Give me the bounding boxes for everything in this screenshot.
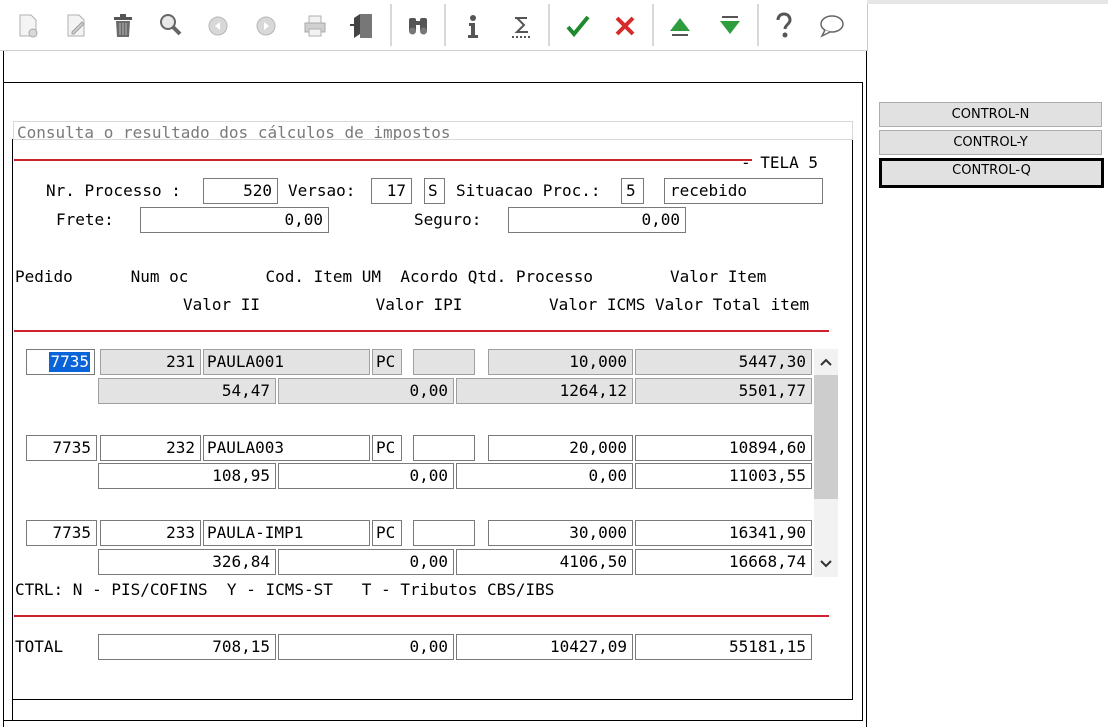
valor-icms-field: 4106,50 bbox=[456, 549, 633, 575]
control-q-button[interactable]: CONTROL-Q bbox=[879, 158, 1104, 188]
acordo-field bbox=[413, 520, 475, 546]
control-n-button[interactable]: CONTROL-N bbox=[879, 102, 1102, 127]
total-valor-total: 55181,15 bbox=[635, 634, 812, 660]
divider bbox=[852, 140, 853, 700]
acordo-field bbox=[413, 435, 475, 461]
qtd-field: 30,000 bbox=[488, 520, 633, 546]
valor-icms-field: 1264,12 bbox=[456, 378, 633, 404]
frete-label: Frete: bbox=[56, 210, 114, 229]
pedido-field-selected[interactable]: 7735 bbox=[26, 349, 95, 375]
ctrl-hint: CTRL: N - PIS/COFINS Y - ICMS-ST T - Tri… bbox=[15, 580, 555, 599]
edit-icon[interactable] bbox=[58, 8, 94, 44]
delete-icon[interactable] bbox=[105, 8, 141, 44]
column-header-row2: Valor II Valor IPI Valor ICMS Valor Tota… bbox=[183, 295, 810, 314]
help-icon[interactable] bbox=[766, 8, 802, 44]
valor-item-field: 5447,30 bbox=[635, 349, 812, 375]
valor-total-field: 5501,77 bbox=[635, 378, 812, 404]
versao-flag-field[interactable]: S bbox=[424, 178, 445, 204]
new-icon[interactable] bbox=[10, 8, 46, 44]
control-y-button[interactable]: CONTROL-Y bbox=[879, 130, 1102, 155]
qtd-field: 10,000 bbox=[488, 349, 633, 375]
search-icon[interactable] bbox=[153, 8, 189, 44]
situacao-desc-field: recebido bbox=[664, 178, 823, 204]
valor-ii-field: 54,47 bbox=[98, 378, 276, 404]
valor-item-field: 10894,60 bbox=[635, 435, 812, 461]
num-oc-field: 233 bbox=[100, 520, 201, 546]
header-divider bbox=[14, 330, 829, 332]
title-line bbox=[14, 159, 752, 161]
scroll-up-icon[interactable] bbox=[816, 352, 836, 372]
um-field: PC bbox=[372, 349, 402, 375]
valor-icms-field: 0,00 bbox=[456, 463, 633, 489]
versao-field[interactable]: 17 bbox=[371, 178, 412, 204]
totals-divider bbox=[14, 615, 829, 617]
down-icon[interactable] bbox=[712, 8, 748, 44]
situacao-code-field[interactable]: 5 bbox=[621, 178, 644, 204]
valor-ipi-field: 0,00 bbox=[278, 378, 454, 404]
confirm-icon[interactable] bbox=[560, 8, 596, 44]
valor-ii-field: 326,84 bbox=[98, 549, 276, 575]
pedido-field[interactable]: 7735 bbox=[26, 435, 97, 461]
valor-ipi-field: 0,00 bbox=[278, 549, 454, 575]
valor-ipi-field: 0,00 bbox=[278, 463, 454, 489]
valor-total-field: 16668,74 bbox=[635, 549, 812, 575]
next-icon[interactable] bbox=[248, 8, 284, 44]
versao-label: Versao: bbox=[288, 181, 356, 200]
scroll-down-icon[interactable] bbox=[816, 554, 836, 574]
divider bbox=[12, 140, 13, 720]
divider bbox=[12, 699, 853, 700]
divider bbox=[3, 82, 863, 83]
toolbar bbox=[0, 0, 868, 51]
total-valor-ii: 708,15 bbox=[98, 634, 276, 660]
total-valor-icms: 10427,09 bbox=[456, 634, 633, 660]
up-icon[interactable] bbox=[662, 8, 698, 44]
um-field: PC bbox=[372, 435, 402, 461]
previous-icon[interactable] bbox=[200, 8, 236, 44]
total-label: TOTAL bbox=[15, 637, 64, 656]
valor-item-field: 16341,90 bbox=[635, 520, 812, 546]
binoculars-icon[interactable] bbox=[400, 8, 436, 44]
nr-processo-label: Nr. Processo : bbox=[46, 181, 181, 200]
info-icon[interactable] bbox=[455, 8, 491, 44]
acordo-field bbox=[413, 349, 475, 375]
chat-icon[interactable] bbox=[814, 8, 850, 44]
scrollbar-thumb[interactable] bbox=[814, 375, 838, 499]
frete-field[interactable]: 0,00 bbox=[140, 207, 329, 233]
num-oc-field: 232 bbox=[100, 435, 201, 461]
seguro-field[interactable]: 0,00 bbox=[508, 207, 686, 233]
total-valor-ipi: 0,00 bbox=[278, 634, 454, 660]
divider bbox=[3, 720, 863, 721]
num-oc-field: 231 bbox=[100, 349, 201, 375]
cod-item-field: PAULA003 bbox=[203, 435, 370, 461]
message-text: Consulta o resultado dos cálculos de imp… bbox=[17, 124, 451, 140]
sigma-icon[interactable] bbox=[503, 8, 539, 44]
um-field: PC bbox=[372, 520, 402, 546]
situacao-label: Situacao Proc.: bbox=[456, 181, 601, 200]
print-icon[interactable] bbox=[297, 8, 333, 44]
cod-item-field: PAULA001 bbox=[203, 349, 370, 375]
title-strip bbox=[867, 0, 1108, 4]
cod-item-field: PAULA-IMP1 bbox=[203, 520, 370, 546]
valor-total-field: 11003,55 bbox=[635, 463, 812, 489]
valor-ii-field: 108,95 bbox=[98, 463, 276, 489]
cancel-icon[interactable] bbox=[607, 8, 643, 44]
nr-processo-field[interactable]: 520 bbox=[203, 178, 278, 204]
pedido-field[interactable]: 7735 bbox=[26, 520, 97, 546]
exit-icon[interactable] bbox=[344, 8, 380, 44]
column-header-row1: Pedido Num oc Cod. Item UM Acordo Qtd. P… bbox=[15, 267, 767, 286]
seguro-label: Seguro: bbox=[414, 210, 482, 229]
divider bbox=[862, 82, 863, 721]
screen-title: - TELA 5 bbox=[741, 153, 819, 172]
qtd-field: 20,000 bbox=[488, 435, 633, 461]
